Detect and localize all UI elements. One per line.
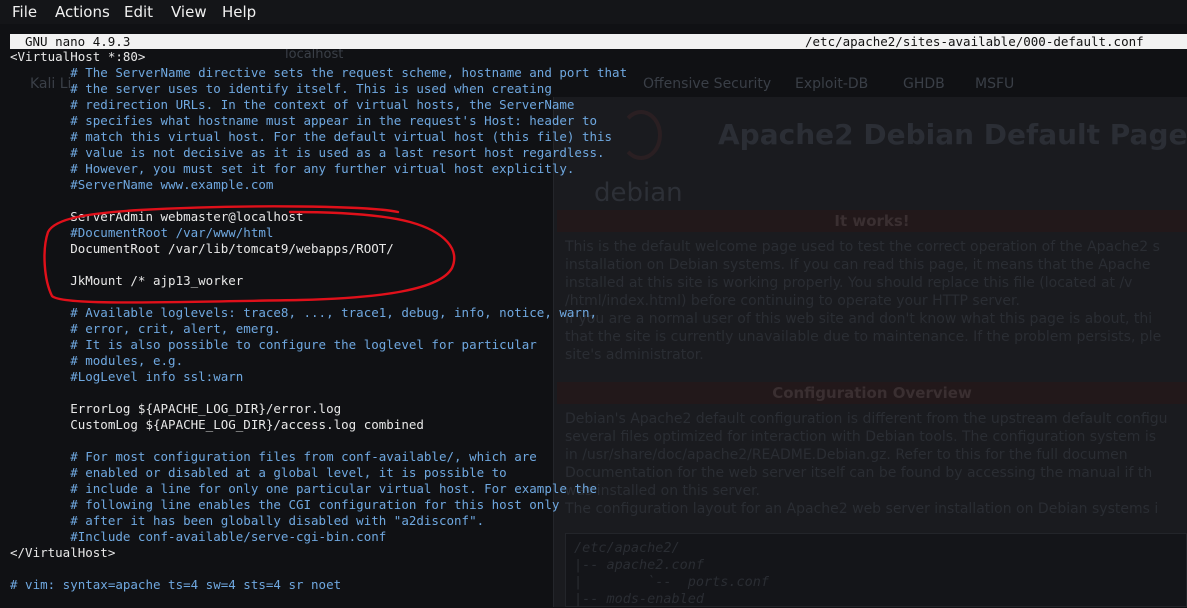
editor-line[interactable]: #DocumentRoot /var/www/html	[10, 225, 1187, 241]
editor-line[interactable]: <VirtualHost *:80>	[10, 49, 1187, 65]
editor-line[interactable]: # For most configuration files from conf…	[10, 449, 1187, 465]
menu-help[interactable]: Help	[222, 3, 256, 21]
editor-line[interactable]: # modules, e.g.	[10, 353, 1187, 369]
editor-line[interactable]	[10, 257, 1187, 273]
editor-line[interactable]: CustomLog ${APACHE_LOG_DIR}/access.log c…	[10, 417, 1187, 433]
editor-line[interactable]: </VirtualHost>	[10, 545, 1187, 561]
editor-line[interactable]: # after it has been globally disabled wi…	[10, 513, 1187, 529]
editor-line[interactable]	[10, 561, 1187, 577]
editor-line[interactable]: # the server uses to identify itself. Th…	[10, 81, 1187, 97]
editor-line[interactable]: # following line enables the CGI configu…	[10, 497, 1187, 513]
editor-line[interactable]: # It is also possible to configure the l…	[10, 337, 1187, 353]
editor-line[interactable]: # redirection URLs. In the context of vi…	[10, 97, 1187, 113]
menu-actions[interactable]: Actions	[55, 3, 110, 21]
editor-line[interactable]: # enabled or disabled at a global level,…	[10, 465, 1187, 481]
editor-line[interactable]: # Available loglevels: trace8, ..., trac…	[10, 305, 1187, 321]
editor-line[interactable]: # specifies what hostname must appear in…	[10, 113, 1187, 129]
editor-line[interactable]: # match this virtual host. For the defau…	[10, 129, 1187, 145]
editor-line[interactable]: # value is not decisive as it is used as…	[10, 145, 1187, 161]
menu-file[interactable]: File	[12, 3, 37, 21]
menu-bar: File Actions Edit View Help	[0, 0, 1187, 24]
editor-line[interactable]: #ServerName www.example.com	[10, 177, 1187, 193]
menu-edit[interactable]: Edit	[124, 3, 153, 21]
editor-line[interactable]	[10, 289, 1187, 305]
editor-line[interactable]	[10, 385, 1187, 401]
editor-line[interactable]: JkMount /* ajp13_worker	[10, 273, 1187, 289]
editor-line[interactable]: ServerAdmin webmaster@localhost	[10, 209, 1187, 225]
editor-line[interactable]: #Include conf-available/serve-cgi-bin.co…	[10, 529, 1187, 545]
editor-line[interactable]: # vim: syntax=apache ts=4 sw=4 sts=4 sr …	[10, 577, 1187, 593]
editor-buffer[interactable]: <VirtualHost *:80> # The ServerName dire…	[10, 49, 1187, 593]
nano-title-bar: GNU nano 4.9.3 /etc/apache2/sites-availa…	[10, 34, 1187, 49]
editor-line[interactable]: # include a line for only one particular…	[10, 481, 1187, 497]
editor-line[interactable]: # error, crit, alert, emerg.	[10, 321, 1187, 337]
menu-view[interactable]: View	[171, 3, 207, 21]
editor-line[interactable]: # However, you must set it for any furth…	[10, 161, 1187, 177]
editor-line[interactable]: #LogLevel info ssl:warn	[10, 369, 1187, 385]
editor-line[interactable]: DocumentRoot /var/lib/tomcat9/webapps/RO…	[10, 241, 1187, 257]
file-path: /etc/apache2/sites-available/000-default…	[805, 34, 1144, 49]
editor-line[interactable]: # The ServerName directive sets the requ…	[10, 65, 1187, 81]
editor-line[interactable]: ErrorLog ${APACHE_LOG_DIR}/error.log	[10, 401, 1187, 417]
editor-line[interactable]	[10, 433, 1187, 449]
nano-version: GNU nano 4.9.3	[25, 34, 131, 49]
editor-line[interactable]	[10, 193, 1187, 209]
